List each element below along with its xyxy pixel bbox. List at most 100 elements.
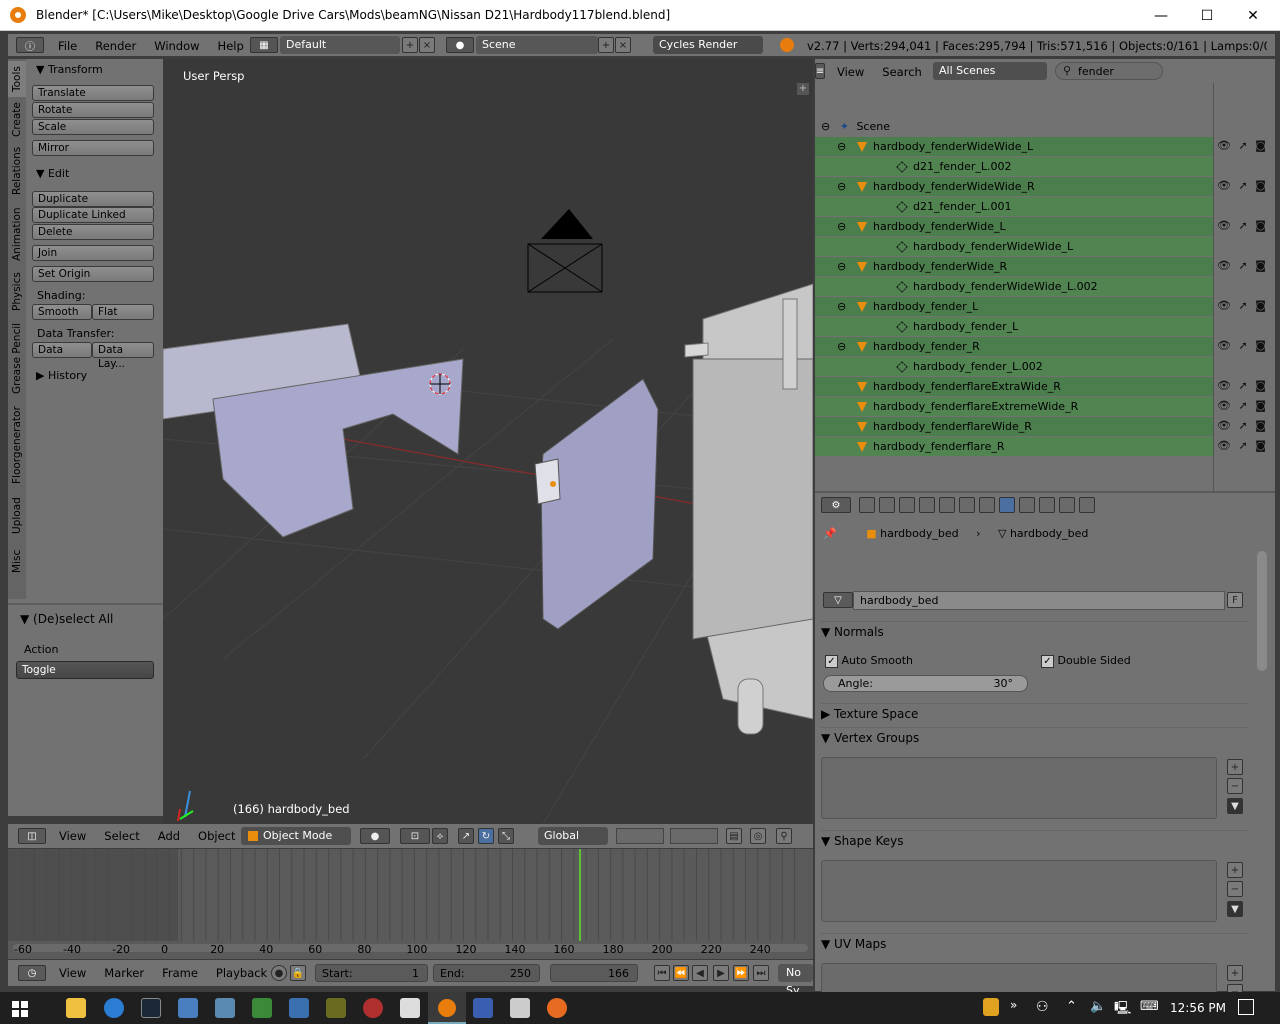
outliner-scene-row[interactable]: ⊖ ✦ Scene bbox=[815, 117, 1213, 137]
render-camera-icon[interactable]: ◙ bbox=[1255, 179, 1266, 192]
menu-select[interactable]: Select bbox=[104, 829, 139, 843]
visibility-eye-icon[interactable]: 👁 bbox=[1217, 299, 1231, 312]
vertex-groups-panel-header[interactable]: ▼ Vertex Groups bbox=[821, 727, 1249, 747]
menu-outliner-view[interactable]: View bbox=[837, 65, 864, 79]
render-camera-icon[interactable]: ◙ bbox=[1255, 299, 1266, 312]
operator-panel-header[interactable]: ▼ (De)select All bbox=[20, 612, 113, 626]
keyboard-icon[interactable]: ⌨ bbox=[1140, 999, 1159, 1014]
outliner-row[interactable]: ⊖ hardbody_fenderWide_L bbox=[815, 217, 1213, 236]
tab-animation[interactable]: Animation bbox=[8, 201, 26, 267]
toggle-properties-icon[interactable]: + bbox=[797, 83, 809, 95]
angle-slider[interactable]: Angle: 30° bbox=[823, 675, 1028, 692]
selectable-cursor-icon[interactable]: ➚ bbox=[1238, 339, 1247, 352]
selectable-cursor-icon[interactable]: ➚ bbox=[1238, 139, 1247, 152]
close-button[interactable]: ✕ bbox=[1230, 0, 1276, 31]
menu-marker[interactable]: Marker bbox=[104, 966, 144, 980]
collapse-icon[interactable]: ⊖ bbox=[837, 257, 846, 276]
jump-next-key-icon[interactable]: ⏩ bbox=[733, 965, 749, 981]
outliner-row[interactable]: hardbody_fenderflareExtraWide_R bbox=[815, 377, 1213, 396]
mesh-datablock-icon[interactable]: ▽ bbox=[823, 592, 853, 608]
outliner-row[interactable]: d21_fender_L.001 bbox=[815, 197, 1213, 216]
edit-panel-header[interactable]: ▼ Edit bbox=[36, 167, 69, 180]
tab-data-icon[interactable] bbox=[999, 497, 1015, 513]
file-explorer-icon[interactable] bbox=[66, 998, 86, 1018]
datablock-name-field[interactable]: hardbody_bed bbox=[853, 591, 1225, 610]
data-button[interactable]: Data bbox=[32, 342, 92, 358]
notification-app-icon[interactable] bbox=[983, 998, 999, 1016]
tray-arrow-icon[interactable]: ⌃ bbox=[1066, 999, 1077, 1014]
tab-tools[interactable]: Tools bbox=[8, 61, 26, 97]
outliner-row[interactable]: hardbody_fenderflareExtremeWide_R bbox=[815, 397, 1213, 416]
auto-smooth-checkbox[interactable]: ✓ Auto Smooth bbox=[825, 654, 913, 668]
timeline[interactable]: -60 -40 -20 0 20 40 60 80 100 120 140 160 180 200 220 2… bbox=[8, 849, 813, 959]
flat-button[interactable]: Flat bbox=[92, 304, 154, 320]
data-layout-button[interactable]: Data Lay... bbox=[92, 342, 154, 370]
snap-icon[interactable]: ⚲ bbox=[776, 828, 792, 844]
shape-keys-panel-header[interactable]: ▼ Shape Keys bbox=[821, 830, 1249, 850]
render-layer-icon[interactable]: ▤ bbox=[726, 828, 742, 844]
visibility-eye-icon[interactable]: 👁 bbox=[1217, 179, 1231, 192]
play-reverse-icon[interactable]: ◀ bbox=[692, 965, 708, 981]
selectable-cursor-icon[interactable]: ➚ bbox=[1238, 419, 1247, 432]
visibility-eye-icon[interactable]: 👁 bbox=[1217, 399, 1231, 412]
smooth-button[interactable]: Smooth bbox=[32, 304, 92, 320]
remove-layout-icon[interactable]: × bbox=[419, 37, 435, 53]
tab-modifiers-icon[interactable] bbox=[979, 497, 995, 513]
remote-desktop-icon[interactable] bbox=[289, 998, 309, 1018]
tab-object-icon[interactable] bbox=[939, 497, 955, 513]
editor-type-timeline-icon[interactable]: ◷ bbox=[18, 965, 46, 981]
tab-constraints-icon[interactable] bbox=[959, 497, 975, 513]
collapse-icon[interactable]: ⊖ bbox=[837, 217, 846, 236]
render-engine-select[interactable]: Cycles Render bbox=[653, 36, 763, 54]
selectable-cursor-icon[interactable]: ➚ bbox=[1238, 379, 1247, 392]
store-icon[interactable] bbox=[178, 998, 198, 1018]
transform-orientation-select[interactable]: Global bbox=[538, 827, 608, 845]
start-frame-field[interactable]: Start: 1 bbox=[315, 964, 428, 982]
editor-type-info-icon[interactable]: ⓘ bbox=[16, 37, 44, 53]
selectable-cursor-icon[interactable]: ➚ bbox=[1238, 399, 1247, 412]
layout-field[interactable]: Default bbox=[280, 36, 400, 54]
join-button[interactable]: Join bbox=[32, 245, 154, 261]
action-select[interactable]: Toggle bbox=[16, 661, 154, 679]
render-camera-icon[interactable]: ◙ bbox=[1255, 379, 1266, 392]
selectable-cursor-icon[interactable]: ➚ bbox=[1238, 219, 1247, 232]
tab-particles-icon[interactable] bbox=[1059, 497, 1075, 513]
duplicate-button[interactable]: Duplicate bbox=[32, 191, 154, 207]
object-crumb[interactable]: hardbody_bed bbox=[880, 527, 958, 540]
pivot-point-icon[interactable]: ⊡ bbox=[400, 828, 430, 844]
rotate-manipulator-icon[interactable]: ↻ bbox=[478, 828, 494, 844]
texture-space-panel-header[interactable]: ▶ Texture Space bbox=[821, 703, 1249, 723]
render-camera-icon[interactable]: ◙ bbox=[1255, 339, 1266, 352]
menu-search[interactable]: Search bbox=[882, 65, 922, 79]
network-icon[interactable]: 🖳 bbox=[1114, 999, 1131, 1021]
render-camera-icon[interactable]: ◙ bbox=[1255, 439, 1266, 452]
selectable-cursor-icon[interactable]: ➚ bbox=[1238, 299, 1247, 312]
tab-scene-icon[interactable] bbox=[899, 497, 915, 513]
collapse-icon[interactable]: ⊖ bbox=[837, 297, 846, 316]
clock[interactable]: 12:56 PM bbox=[1170, 1001, 1226, 1015]
mirror-button[interactable]: Mirror bbox=[32, 140, 154, 156]
outliner-search-field[interactable]: ⚲ fender bbox=[1055, 62, 1163, 80]
uv-maps-panel-header[interactable]: ▼ UV Maps bbox=[821, 933, 1249, 953]
outliner-row[interactable]: hardbody_fenderWideWide_L bbox=[815, 237, 1213, 256]
layers-grid-1[interactable] bbox=[616, 828, 664, 844]
people-icon[interactable]: ⚇ bbox=[1036, 999, 1049, 1015]
vertex-groups-list[interactable] bbox=[821, 757, 1217, 819]
outliner-row[interactable]: ⊖ hardbody_fenderWide_R bbox=[815, 257, 1213, 276]
app-icon-1[interactable] bbox=[326, 998, 346, 1018]
menu-render[interactable]: Render bbox=[95, 39, 136, 53]
menu-playback[interactable]: Playback bbox=[216, 966, 267, 980]
app-icon-2[interactable] bbox=[363, 998, 383, 1018]
add-uv-map-icon[interactable]: + bbox=[1227, 965, 1243, 981]
properties-scrollbar[interactable] bbox=[1257, 551, 1267, 671]
selectable-cursor-icon[interactable]: ➚ bbox=[1238, 439, 1247, 452]
remove-shape-key-icon[interactable]: − bbox=[1227, 881, 1243, 897]
scale-button[interactable]: Scale bbox=[32, 119, 154, 135]
shape-key-menu-icon[interactable]: ▼ bbox=[1227, 901, 1243, 917]
add-vertex-group-icon[interactable]: + bbox=[1227, 759, 1243, 775]
outliner-row[interactable]: ⊖ hardbody_fender_R bbox=[815, 337, 1213, 356]
lock-icon[interactable]: 🔒 bbox=[290, 965, 306, 981]
add-layout-icon[interactable]: + bbox=[402, 37, 418, 53]
outliner-row[interactable]: ⊖ hardbody_fender_L bbox=[815, 297, 1213, 316]
menu-add[interactable]: Add bbox=[158, 829, 180, 843]
